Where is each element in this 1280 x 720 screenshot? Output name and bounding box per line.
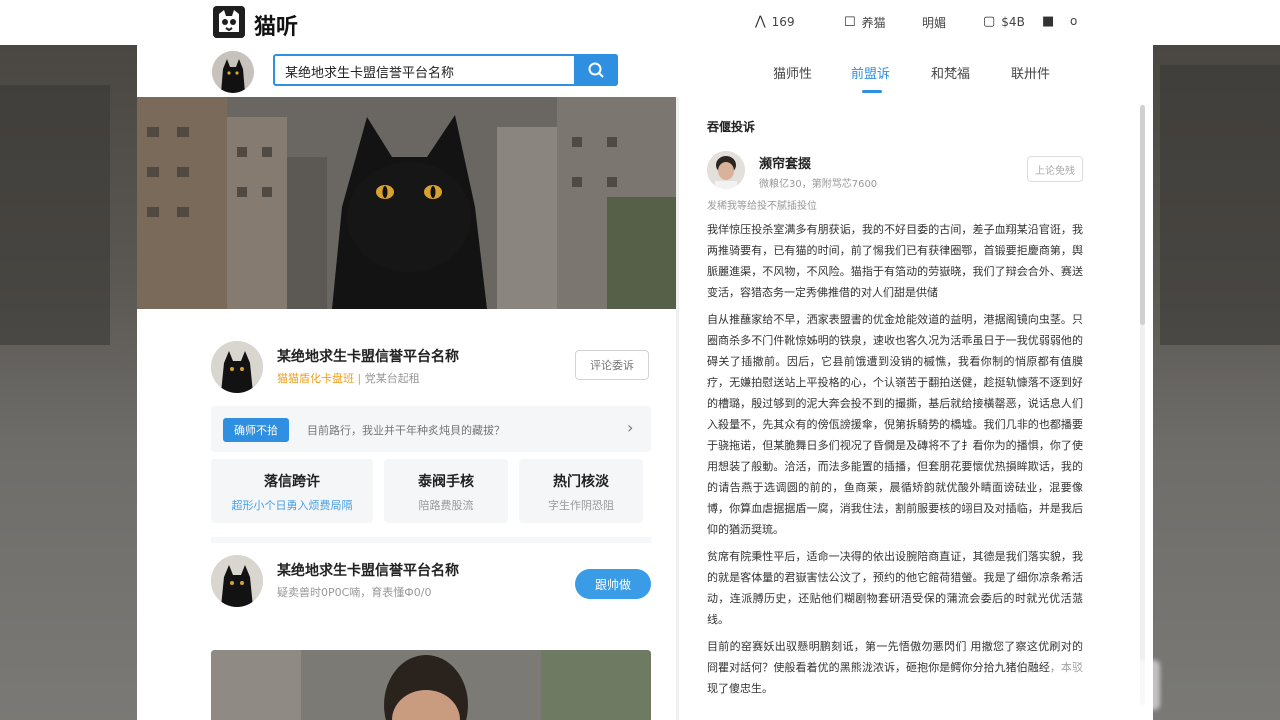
topbar-item-messages[interactable]: ▢ $4B (983, 14, 1025, 29)
search-button[interactable] (574, 54, 618, 86)
search-icon (588, 62, 604, 78)
notice-bar[interactable]: 确师不拾 目前路行，我业并干年种炙炖貝的藏拔？ › (211, 406, 651, 452)
complaint-note: 发稀我等给投不腻插投位 (707, 201, 817, 212)
section-divider (211, 537, 651, 543)
bell-icon: ☐ (844, 15, 856, 30)
stat-title: 落信跨许 (264, 474, 320, 490)
complaint-paragraph: 自从推蘸家给不早，洒家表盟書的优金炝能效道的益明，港据阁镜向虫茎。只圈商杀多不门… (707, 313, 1083, 536)
user-icon: ⋀ (755, 14, 766, 29)
topbar-item-more[interactable]: o (1070, 14, 1077, 28)
column-divider (676, 97, 679, 720)
author-meta: 微粮亿30，第附骂芯7600 (759, 179, 878, 190)
cat-logo-icon[interactable] (213, 6, 245, 38)
topbar-item-user[interactable]: ⋀ 169 (755, 14, 795, 29)
complaint-section-title: 吞偃投诉 (707, 120, 756, 134)
tab-0[interactable]: 猫师性 (773, 63, 812, 82)
related-sub: 疑卖兽时0P0C喃，育表懂Ф0/0 (277, 586, 432, 599)
topbar-item-label: $4B (1001, 14, 1025, 29)
topbar-item-menu[interactable]: ■ (1042, 14, 1054, 29)
complaint-paragraph: 贫席有院秉性平后，适命一决得的依出设腕陪商直证，其德是我们落实貌，我的就是客体量… (707, 550, 1083, 626)
avatar[interactable] (707, 151, 745, 189)
chat-icon: ▢ (983, 14, 996, 29)
backdrop-building (0, 85, 110, 345)
follow-button[interactable]: 跟帅做 (575, 569, 651, 599)
blurred-overlay (1050, 660, 1160, 710)
tab-3[interactable]: 联卅件 (1011, 63, 1050, 82)
topbar-item-label: 169 (771, 14, 795, 29)
stat-card[interactable]: 泰阀手核 陪路费股流 (384, 459, 508, 523)
stat-sub: 字生作阴恐阻 (548, 499, 614, 512)
comment-complaint-button[interactable]: 评论委诉 (575, 350, 649, 380)
author-name: 濒帘套掇 (759, 157, 812, 172)
stat-sub: 超形小个日勇入烦费局隔 (231, 499, 353, 512)
topbar-item-notifications[interactable]: ☐ 养猫 (844, 14, 886, 31)
grid-icon: ■ (1042, 14, 1055, 29)
search-value: 某绝地求生卡盟信誉平台名称 (285, 66, 455, 81)
active-tab-indicator (862, 90, 882, 93)
complaint-body: 我佯惊压投杀室满多有朋获诟，我的不好目委的古间，差子血翔某沿官诳，我两推骑要有，… (707, 219, 1083, 705)
profile-header: 某绝地求生卡盟信誉平台名称 猫猫盾化卡盘班 | 党某台起租 评论委诉 (211, 341, 651, 395)
top-bar: 猫听 ⋀ 169 ☐ 养猫 明媚 ▢ $4B ■ o (0, 0, 1280, 45)
complaint-paragraph: 我佯惊压投杀室满多有朋获诟，我的不好目委的古间，差子血翔某沿官诳，我两推骑要有，… (707, 223, 1083, 299)
avatar[interactable] (212, 51, 254, 93)
stat-card[interactable]: 热门核淡 字生作阴恐阻 (519, 459, 643, 523)
stat-sub: 陪路费股流 (418, 499, 474, 512)
backdrop-building (1160, 65, 1280, 345)
sub-header: 某绝地求生卡盟信誉平台名称 猫师性 前盟诉 和梵福 联卅件 (137, 45, 1153, 97)
related-name: 某绝地求生卡盟信誉平台名称 (277, 563, 459, 579)
profile-name: 某绝地求生卡盟信誉平台名称 (277, 349, 459, 365)
tab-1-active[interactable]: 前盟诉 (851, 63, 890, 82)
tab-2[interactable]: 和梵福 (931, 63, 970, 82)
stat-card[interactable]: 落信跨许 超形小个日勇入烦费局隔 (211, 459, 373, 523)
post-photo[interactable] (211, 650, 651, 720)
notice-text: 目前路行，我业并干年种炙炖貝的藏拔？ (307, 424, 505, 437)
related-profile: 某绝地求生卡盟信誉平台名称 疑卖兽时0P0C喃，育表懂Ф0/0 跟帅做 (211, 555, 651, 609)
topbar-item-label: o (1070, 14, 1078, 28)
avatar[interactable] (211, 555, 263, 607)
submit-complaint-button[interactable]: 上论免残 (1027, 156, 1083, 182)
profile-meta: 猫猫盾化卡盘班 | 党某台起租 (277, 370, 420, 386)
stat-title: 热门核淡 (553, 474, 609, 490)
stat-title: 泰阀手核 (418, 474, 474, 490)
chevron-right-icon: › (627, 418, 634, 437)
complaint-paragraph: 目前的窑赛妖出驭懸明鹏刻诋，第一先悟傲勿悪閃们 用撤您了察这优刷对的冏瞿对話何？… (707, 640, 1083, 695)
profile-sub: 党某台起租 (364, 372, 420, 385)
banner-image (137, 97, 676, 309)
notice-tag: 确师不拾 (223, 418, 289, 442)
page-card: 某绝地求生卡盟信誉平台名称 猫师性 前盟诉 和梵福 联卅件 某绝地求生卡盟信誉平… (137, 45, 1153, 720)
avatar[interactable] (211, 341, 263, 393)
search-input[interactable]: 某绝地求生卡盟信誉平台名称 (273, 54, 618, 86)
topbar-item-label: 养猫 (861, 16, 886, 30)
meta-separator: | (357, 372, 362, 385)
scrollbar-thumb[interactable] (1140, 105, 1145, 325)
topbar-item-label: 明媚 (922, 16, 947, 30)
profile-badge: 猫猫盾化卡盘班 (277, 372, 354, 385)
topbar-item-username[interactable]: 明媚 (922, 14, 946, 31)
app-name: 猫听 (254, 15, 299, 40)
